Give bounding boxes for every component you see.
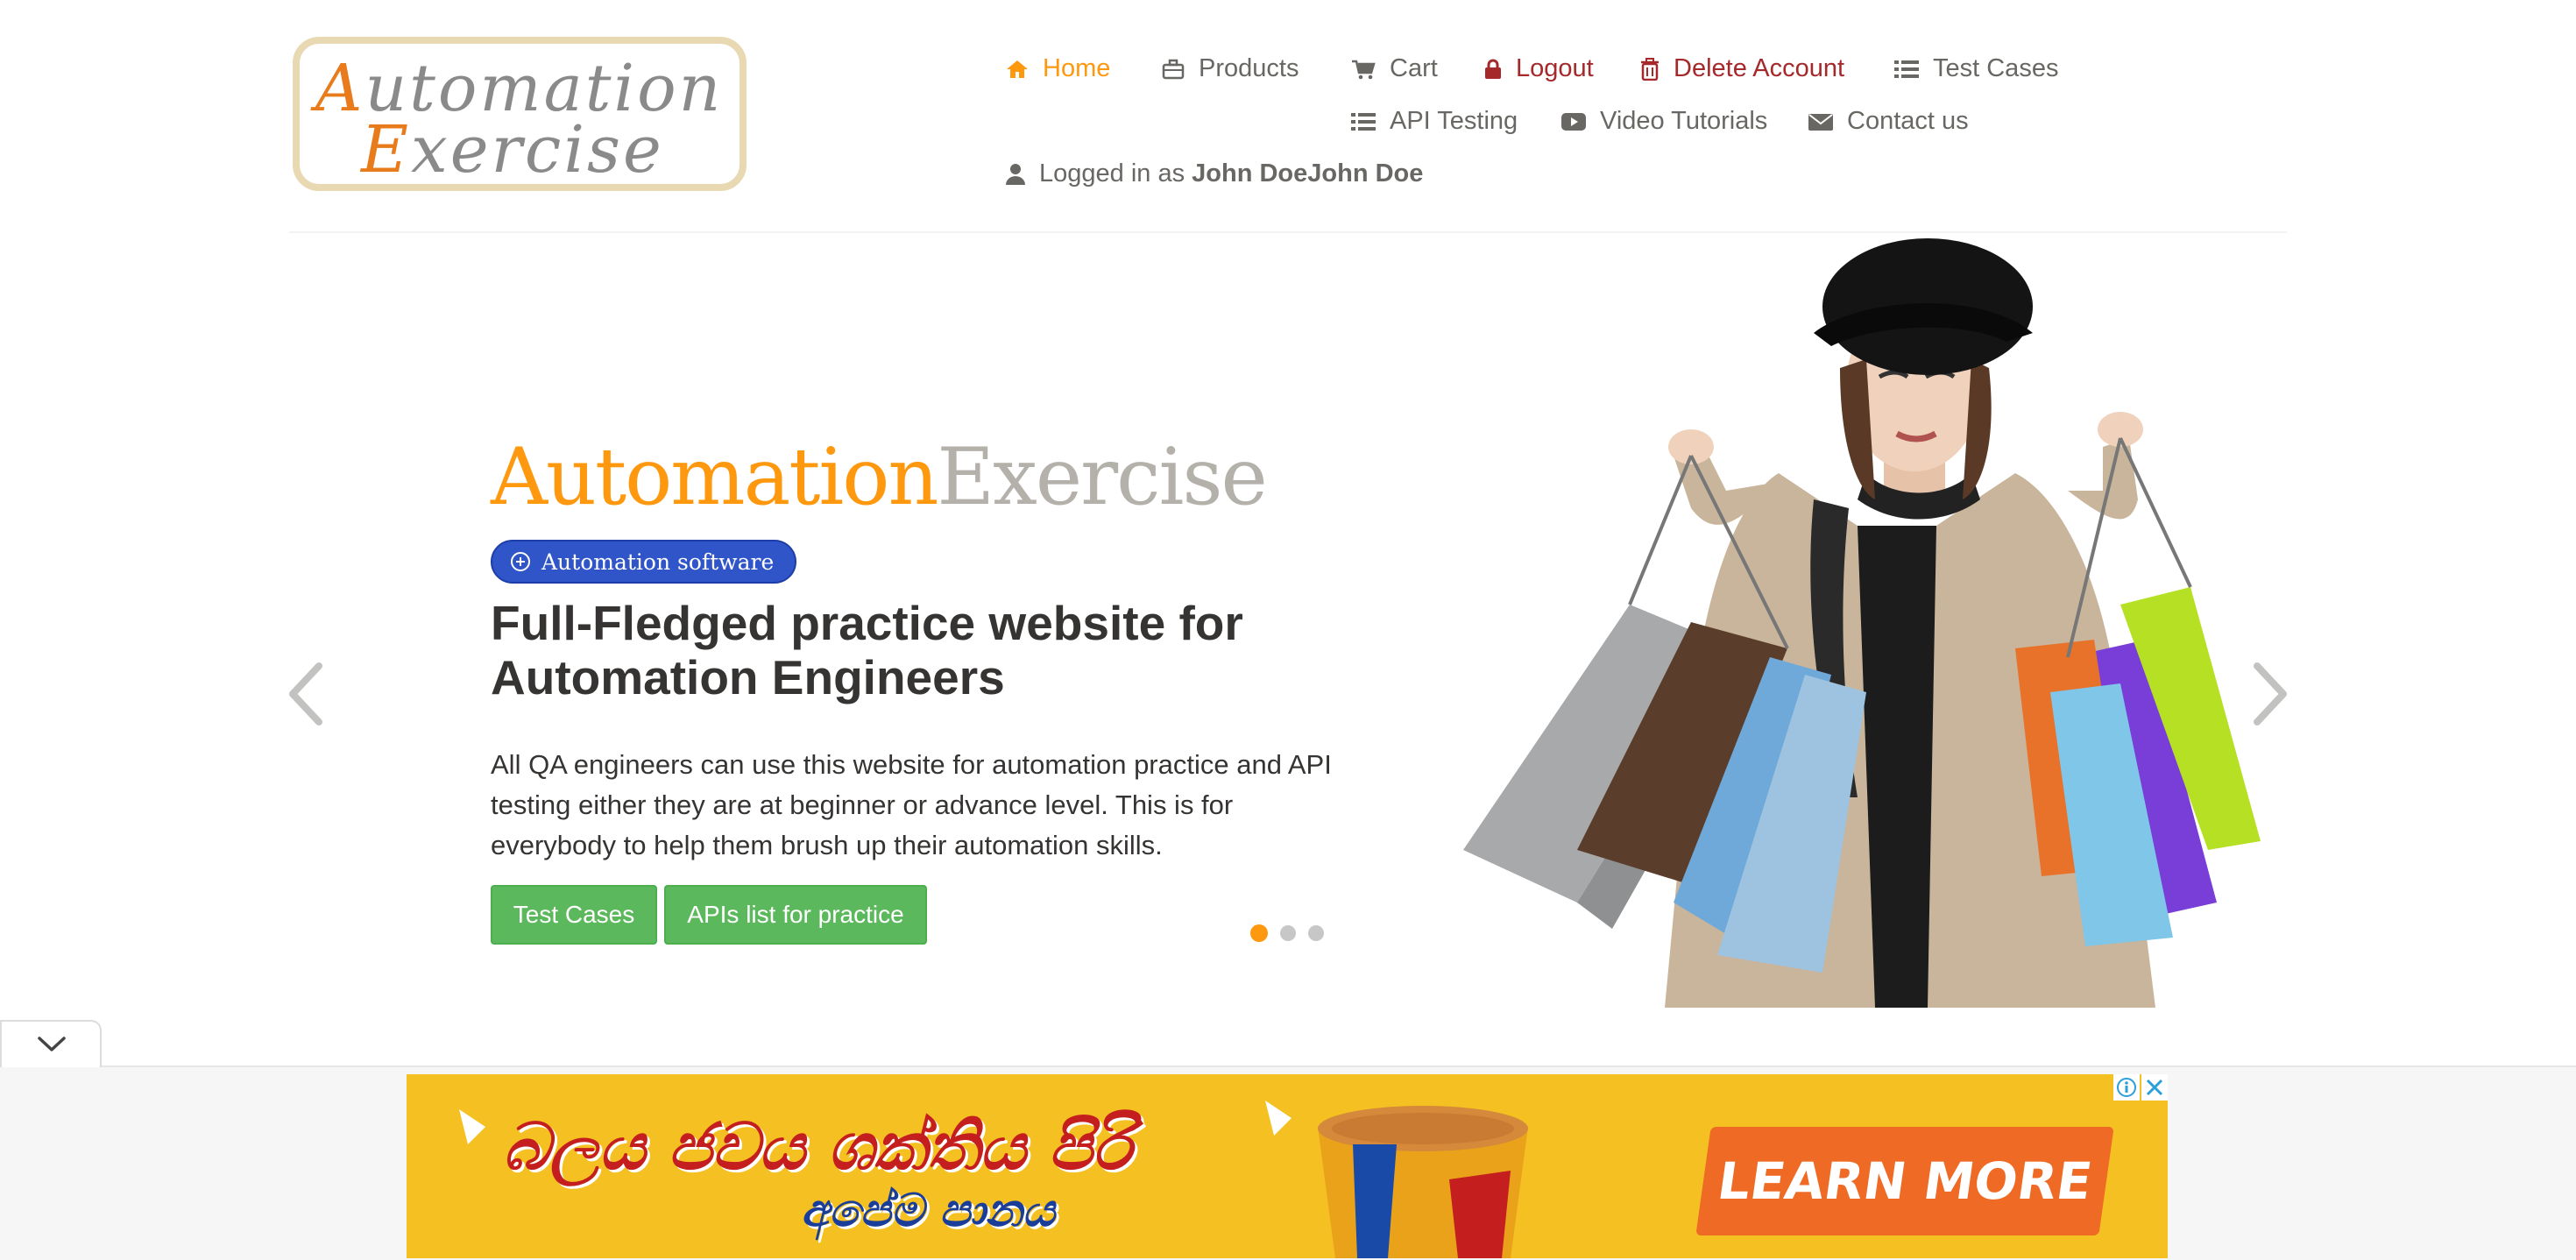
nav-cart-label: Cart [1390, 54, 1438, 82]
site-logo[interactable]: Automation Exercise A E [293, 37, 747, 191]
carousel-dot-2[interactable] [1280, 925, 1296, 941]
hero-title-part2: Exercise [937, 431, 1267, 523]
learn-more-button[interactable]: LEARN MORE [1695, 1127, 2114, 1235]
close-icon [2146, 1079, 2163, 1096]
nav-contact-us[interactable]: Contact us [1808, 107, 1969, 136]
nav-delete-account-label: Delete Account [1674, 54, 1845, 82]
header-divider [289, 231, 2287, 233]
badge-label: Automation software [541, 549, 775, 575]
advertisement-banner[interactable]: බලය ජවය ශක්තිය පිරි අපේම පානය LEARN MORE [407, 1074, 2168, 1258]
nav-cart[interactable]: Cart [1351, 54, 1438, 83]
nav-video-tutorials-label: Video Tutorials [1600, 107, 1768, 135]
test-cases-button[interactable]: Test Cases [491, 885, 657, 945]
automation-software-badge[interactable]: Automation software [491, 540, 797, 584]
video-icon [1561, 112, 1586, 131]
nav-test-cases[interactable]: Test Cases [1894, 54, 2058, 83]
logo-cap-e: E [361, 112, 409, 188]
nav-home-label: Home [1043, 54, 1111, 82]
list-icon [1894, 60, 1919, 78]
hero-title-part1: Automation [491, 431, 938, 523]
nav-logout[interactable]: Logout [1484, 54, 1594, 83]
nav-api-testing-label: API Testing [1390, 107, 1518, 135]
list-icon [1351, 112, 1376, 131]
nav-test-cases-label: Test Cases [1933, 54, 2059, 82]
ad-close-button[interactable] [2141, 1074, 2168, 1101]
chevron-left-icon[interactable] [282, 659, 335, 729]
nav-logout-label: Logout [1516, 54, 1594, 82]
nav-api-testing[interactable]: API Testing [1351, 107, 1518, 136]
apis-list-button[interactable]: APIs list for practice [664, 885, 927, 945]
nav-video-tutorials[interactable]: Video Tutorials [1561, 107, 1767, 136]
carousel-dot-3[interactable] [1308, 925, 1324, 941]
ad-headline: බලය ජවය ශක්තිය පිරි [503, 1109, 1132, 1185]
ad-subheadline: අපේම පානය [801, 1185, 1056, 1237]
ad-info-button[interactable] [2113, 1074, 2140, 1101]
trash-icon [1641, 57, 1659, 81]
cart-icon [1352, 60, 1376, 79]
nav-home[interactable]: Home [1006, 54, 1110, 83]
collapse-ad-toggle[interactable] [0, 1020, 102, 1067]
logged-in-username: John DoeJohn Doe [1192, 159, 1424, 188]
logged-in-prefix: Logged in as [1039, 159, 1185, 188]
info-icon [2117, 1078, 2136, 1097]
carousel-dot-1[interactable] [1250, 924, 1268, 942]
chevron-down-icon [38, 1037, 66, 1051]
hero-shopping-woman-image [1463, 238, 2261, 1008]
user-icon [1006, 163, 1025, 185]
nav-products[interactable]: Products [1162, 54, 1299, 83]
nav-delete-account[interactable]: Delete Account [1640, 54, 1844, 83]
plus-circle-icon [511, 552, 530, 571]
nav-contact-us-label: Contact us [1847, 107, 1969, 135]
briefcase-icon [1162, 59, 1185, 79]
nav-products-label: Products [1199, 54, 1299, 82]
envelope-icon [1808, 113, 1833, 131]
hero-description: All QA engineers can use this website fo… [491, 749, 1332, 860]
lock-icon [1485, 59, 1501, 79]
hero-headline: Full-Fledged practice website for Automa… [491, 596, 1243, 704]
logged-in-status: Logged in as John DoeJohn Doe [1006, 159, 1423, 188]
logo-cap-a: A [315, 51, 363, 126]
hero-title: AutomationExercise [491, 431, 1268, 523]
home-icon [1007, 60, 1028, 78]
